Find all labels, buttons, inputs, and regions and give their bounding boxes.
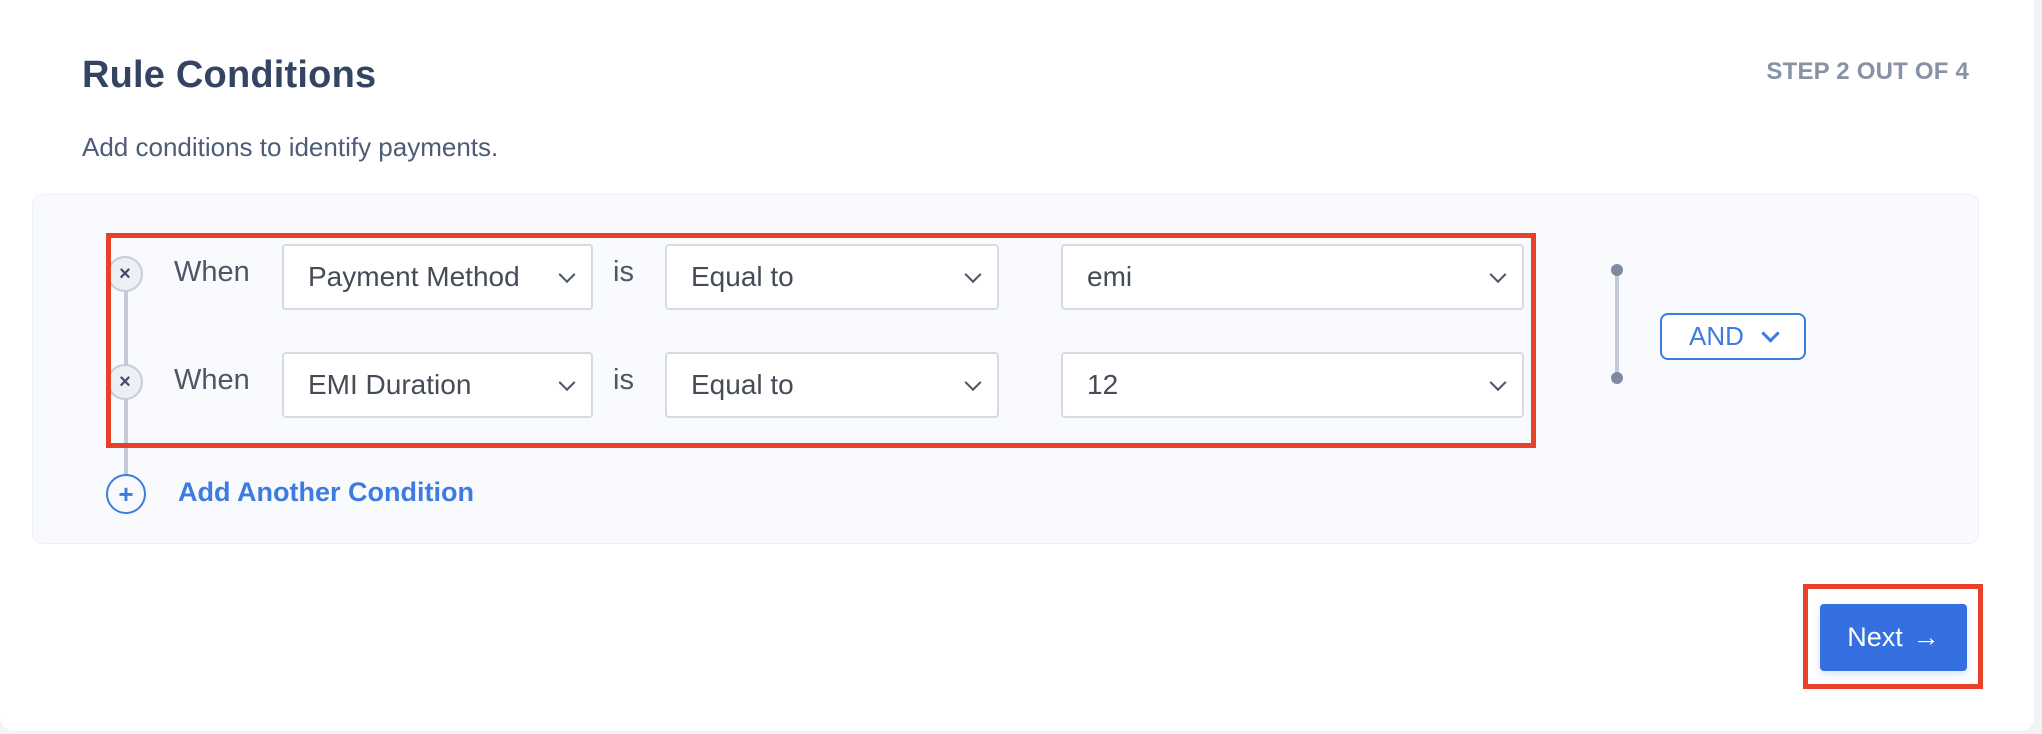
- field-select[interactable]: EMI Duration: [282, 352, 593, 418]
- operator-select[interactable]: Equal to: [665, 352, 999, 418]
- plus-circle-icon: +: [118, 478, 134, 509]
- condition-connector: is: [613, 364, 634, 396]
- logic-bracket-line: [1615, 270, 1619, 378]
- chevron-down-icon: [1489, 266, 1507, 284]
- add-condition-link[interactable]: Add Another Condition: [178, 477, 474, 508]
- step-indicator: STEP 2 OUT OF 4: [1766, 58, 1969, 85]
- logic-bracket-dot-top: [1611, 264, 1623, 276]
- chevron-down-icon: [1761, 324, 1780, 343]
- operator-select[interactable]: Equal to: [665, 244, 999, 310]
- value-select-value: 12: [1087, 369, 1119, 400]
- value-select-value: emi: [1087, 261, 1133, 292]
- chevron-down-icon: [964, 374, 982, 392]
- condition-prefix: When: [174, 364, 250, 396]
- value-select[interactable]: emi: [1061, 244, 1524, 310]
- logic-bracket-dot-bottom: [1611, 372, 1623, 384]
- close-icon: ×: [119, 370, 131, 393]
- remove-condition-button[interactable]: ×: [107, 256, 143, 292]
- chevron-down-icon: [1489, 374, 1507, 392]
- close-icon: ×: [119, 262, 131, 285]
- field-select[interactable]: Payment Method: [282, 244, 593, 310]
- logic-operator-value: AND: [1689, 321, 1744, 351]
- remove-condition-button[interactable]: ×: [107, 364, 143, 400]
- value-select[interactable]: 12: [1061, 352, 1524, 418]
- operator-select-value: Equal to: [691, 369, 794, 400]
- chevron-down-icon: [558, 374, 576, 392]
- next-button[interactable]: Next →: [1820, 604, 1967, 671]
- arrow-right-icon: →: [1912, 622, 1940, 652]
- page-subtitle: Add conditions to identify payments.: [82, 132, 499, 162]
- field-select-value: EMI Duration: [308, 369, 472, 400]
- next-button-label: Next: [1847, 622, 1903, 652]
- chevron-down-icon: [964, 266, 982, 284]
- chevron-down-icon: [558, 266, 576, 284]
- operator-select-value: Equal to: [691, 261, 794, 292]
- rule-conditions-card: Rule Conditions STEP 2 OUT OF 4 Add cond…: [0, 0, 2034, 731]
- page-title: Rule Conditions: [82, 54, 377, 96]
- condition-connector: is: [613, 256, 634, 288]
- condition-prefix: When: [174, 256, 250, 288]
- logic-operator-dropdown[interactable]: AND: [1660, 313, 1806, 360]
- field-select-value: Payment Method: [308, 261, 520, 292]
- add-condition-button[interactable]: +: [106, 474, 146, 514]
